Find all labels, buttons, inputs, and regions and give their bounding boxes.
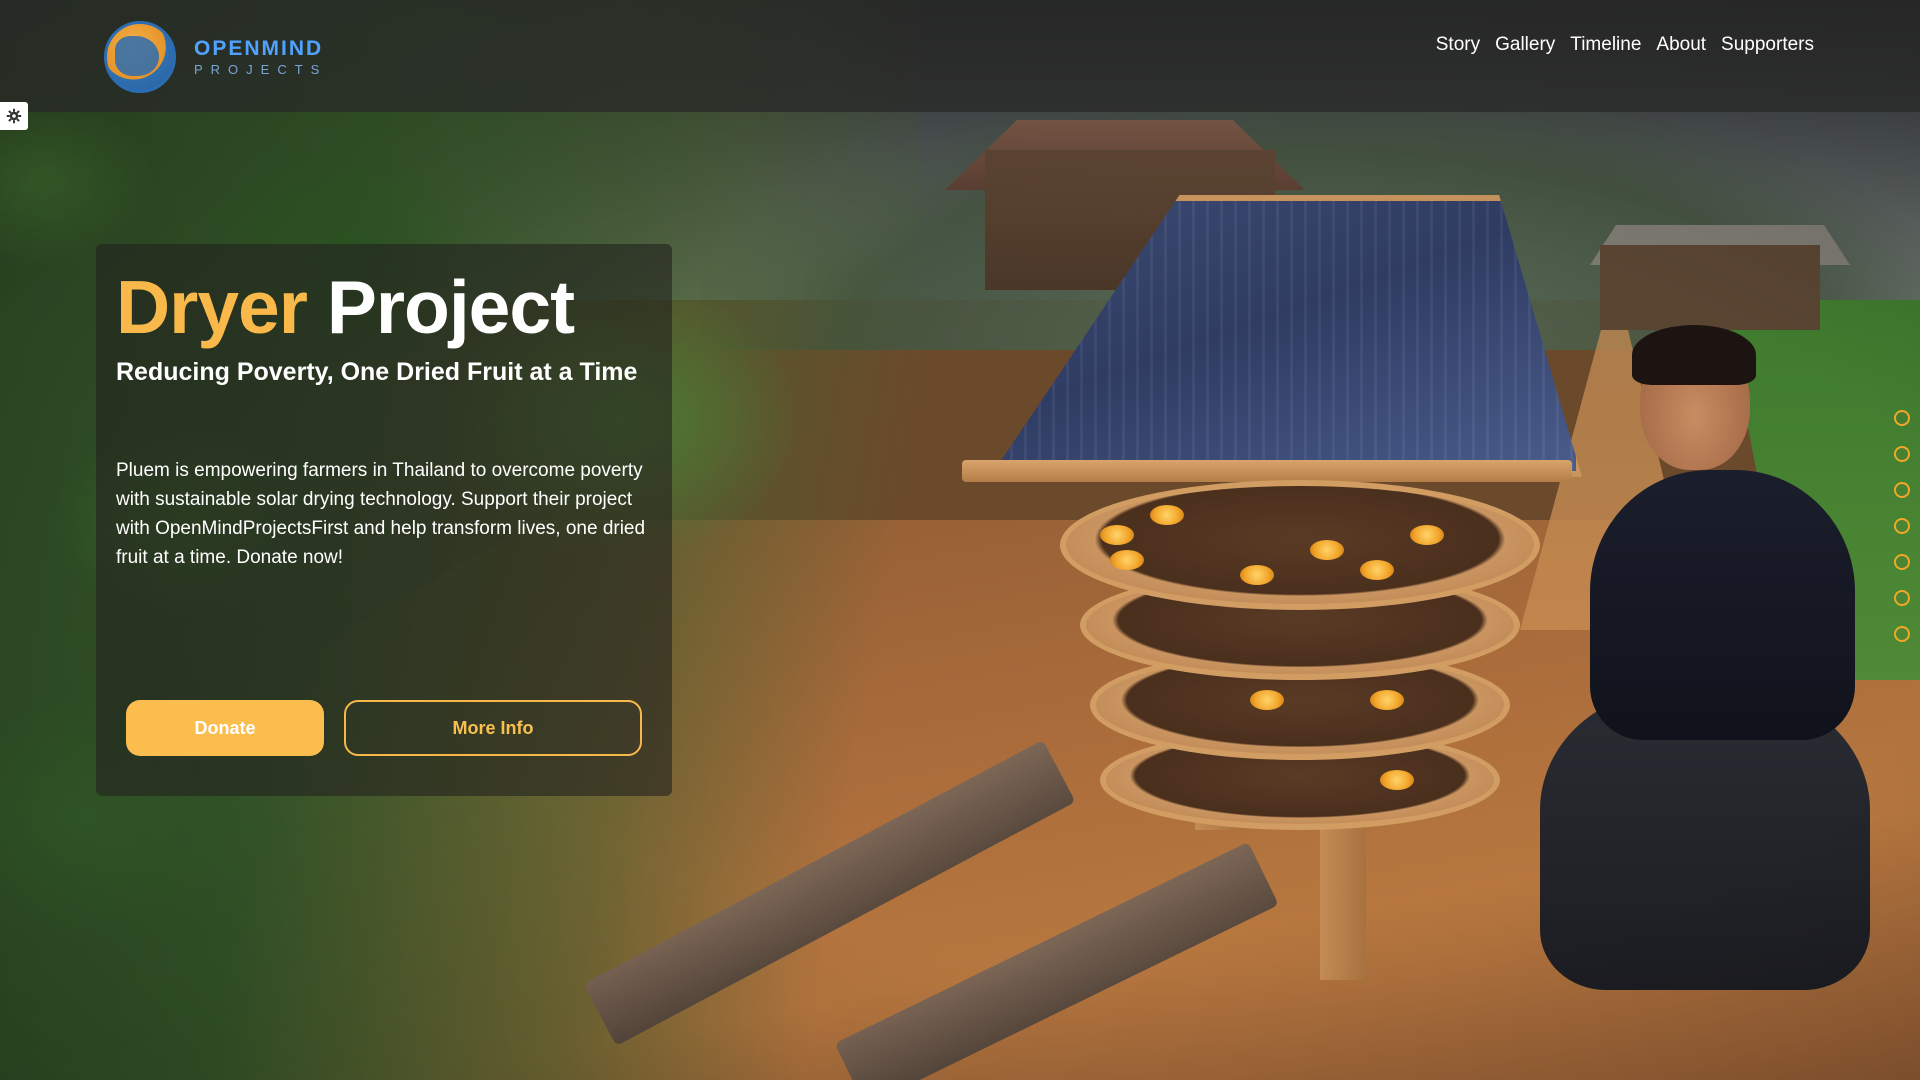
hero-title: Dryer Project: [116, 264, 575, 350]
more-info-button[interactable]: More Info: [344, 700, 642, 756]
globe-icon: [104, 21, 176, 93]
slide-dot-2[interactable]: [1894, 446, 1910, 462]
logo-text: OPENMIND PROJECTS: [194, 38, 327, 76]
slide-indicator: [1894, 410, 1910, 642]
nav-gallery[interactable]: Gallery: [1495, 34, 1555, 56]
nav-about[interactable]: About: [1656, 34, 1706, 56]
nav-timeline[interactable]: Timeline: [1570, 34, 1641, 56]
hero-subtitle: Reducing Poverty, One Dried Fruit at a T…: [116, 358, 638, 386]
slide-dot-1[interactable]: [1894, 410, 1910, 426]
hero-description: Pluem is empowering farmers in Thailand …: [116, 460, 646, 568]
page: OPENMIND PROJECTS Story Gallery Timeline…: [0, 0, 1920, 1080]
slide-dot-5[interactable]: [1894, 554, 1910, 570]
slide-dot-4[interactable]: [1894, 518, 1910, 534]
slide-dot-6[interactable]: [1894, 590, 1910, 606]
nav-story[interactable]: Story: [1436, 34, 1480, 56]
main-nav: Story Gallery Timeline About Supporters: [1436, 34, 1814, 56]
slide-dot-7[interactable]: [1894, 626, 1910, 642]
hero-card: Dryer Project Reducing Poverty, One Drie…: [96, 244, 672, 796]
site-header: OPENMIND PROJECTS Story Gallery Timeline…: [0, 0, 1920, 112]
slide-dot-3[interactable]: [1894, 482, 1910, 498]
hero-title-accent: Dryer: [116, 265, 308, 349]
gear-icon: [6, 108, 22, 124]
logo-name: OPENMIND: [194, 37, 324, 60]
site-logo[interactable]: OPENMIND PROJECTS: [104, 20, 327, 94]
hero-title-rest: Project: [326, 265, 575, 349]
settings-button[interactable]: [0, 102, 28, 130]
nav-supporters[interactable]: Supporters: [1721, 34, 1814, 56]
donate-button[interactable]: Donate: [126, 700, 324, 756]
logo-subtitle: PROJECTS: [194, 62, 328, 77]
